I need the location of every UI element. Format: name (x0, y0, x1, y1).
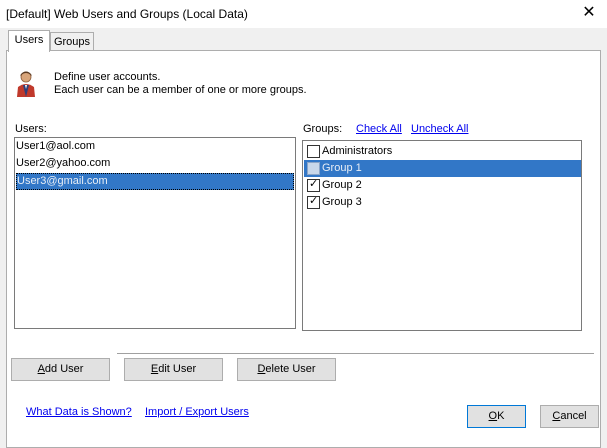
user-icon (17, 71, 35, 97)
group-label: Administrators (322, 145, 393, 157)
delete-user-button[interactable]: Delete User (237, 358, 336, 381)
close-icon[interactable]: ✕ (578, 3, 600, 23)
check-all-link[interactable]: Check All (356, 123, 402, 135)
description-line-1: Define user accounts. (54, 71, 161, 83)
group-list-item[interactable]: ✓ Group 3 (307, 194, 418, 211)
user-list-item-selected[interactable]: User3@gmail.com (16, 173, 294, 190)
what-data-link[interactable]: What Data is Shown? (26, 406, 132, 418)
cancel-button[interactable]: Cancel (540, 405, 599, 428)
checkbox-unchecked[interactable] (307, 162, 320, 175)
group-label: Group 2 (322, 179, 362, 191)
checkbox-checked[interactable]: ✓ (307, 195, 320, 209)
user-list-item[interactable]: User2@yahoo.com (15, 155, 294, 172)
checkbox-unchecked[interactable] (307, 145, 320, 158)
users-label: Users: (15, 123, 47, 135)
check-icon: ✓ (309, 195, 319, 207)
group-list-item[interactable]: Administrators (307, 143, 488, 160)
uncheck-all-link[interactable]: Uncheck All (411, 123, 468, 135)
description-line-2: Each user can be a member of one or more… (54, 84, 307, 96)
ok-button[interactable]: OK (467, 405, 526, 428)
user-list-item[interactable]: User1@aol.com (15, 138, 294, 155)
group-label: Group 1 (322, 162, 362, 174)
group-list-item-selected[interactable]: Group 1 (304, 160, 581, 177)
import-export-link[interactable]: Import / Export Users (145, 406, 249, 418)
edit-user-button[interactable]: Edit User (124, 358, 223, 381)
group-label: Group 3 (322, 196, 362, 208)
check-icon: ✓ (309, 178, 319, 190)
groups-label: Groups: (303, 123, 343, 135)
group-list-item[interactable]: ✓ Group 2 (307, 177, 418, 194)
users-listbox[interactable]: User1@aol.com User2@yahoo.com User3@gmai… (14, 137, 296, 329)
add-user-button[interactable]: Add User (11, 358, 110, 381)
description: Define user accounts. Each user can be a… (54, 71, 307, 97)
groups-listbox[interactable]: Administrators Group 1 ✓ Group 2 ✓ Group… (302, 140, 582, 331)
tab-groups[interactable]: Groups (50, 32, 94, 51)
tab-users[interactable]: Users (8, 30, 50, 52)
window-title: [Default] Web Users and Groups (Local Da… (6, 7, 248, 21)
checkbox-checked[interactable]: ✓ (307, 178, 320, 192)
